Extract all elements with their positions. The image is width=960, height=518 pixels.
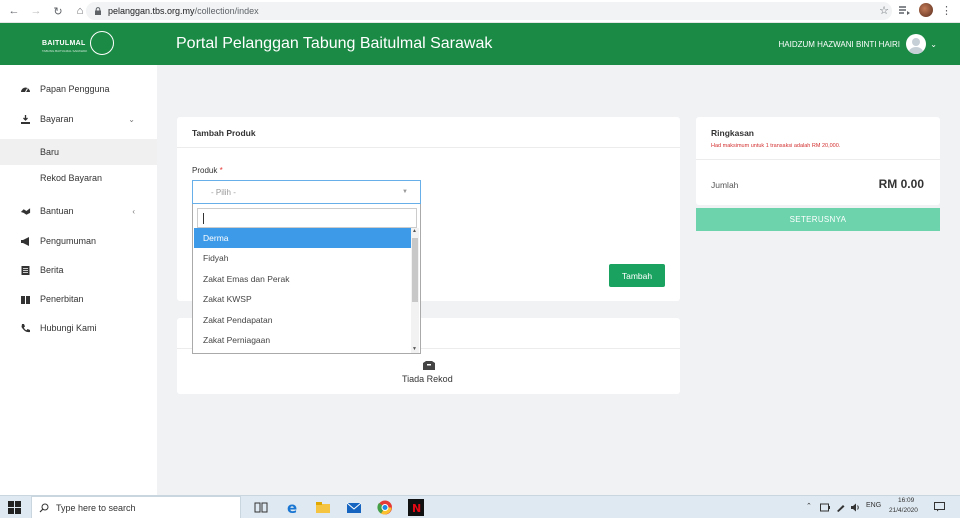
app-header: BAITULMAL TABUNG BAITULMAL SARAWAK Porta… bbox=[0, 23, 960, 65]
sidebar-item-label: Rekod Bayaran bbox=[40, 173, 103, 183]
option-derma[interactable]: Derma bbox=[194, 228, 412, 248]
sidebar-item-pengumuman[interactable]: Pengumuman bbox=[0, 228, 157, 254]
sidebar-item-label: Penerbitan bbox=[40, 294, 84, 304]
sidebar-item-berita[interactable]: Berita bbox=[0, 257, 157, 283]
language-indicator[interactable]: ENG bbox=[866, 502, 881, 509]
dropdown-search-input[interactable] bbox=[197, 208, 417, 228]
dropdown-scrollbar[interactable]: ▲ ▼ bbox=[411, 228, 419, 353]
phone-icon bbox=[20, 323, 31, 334]
mail-icon[interactable] bbox=[345, 499, 363, 516]
logo-subtext: TABUNG BAITULMAL SARAWAK bbox=[42, 49, 88, 53]
seterusnya-button[interactable]: SETERUSNYA bbox=[696, 208, 940, 231]
file-explorer-icon[interactable] bbox=[314, 499, 332, 516]
sidebar-item-label: Papan Pengguna bbox=[40, 84, 110, 94]
summary-title: Ringkasan bbox=[711, 128, 754, 138]
clock-time[interactable]: 16:09 bbox=[898, 497, 914, 504]
volume-icon[interactable] bbox=[851, 503, 861, 512]
chevron-left-icon: ‹ bbox=[132, 206, 135, 216]
scroll-down-icon[interactable]: ▼ bbox=[412, 346, 417, 352]
windows-start-icon[interactable] bbox=[8, 501, 21, 514]
total-label: Jumlah bbox=[711, 180, 739, 190]
help-icon bbox=[20, 206, 31, 217]
user-avatar[interactable] bbox=[906, 34, 926, 54]
dashboard-icon bbox=[20, 84, 31, 95]
empty-records-text: Tiada Rekod bbox=[402, 374, 453, 384]
option-zakat-emas-dan-perak[interactable]: Zakat Emas dan Perak bbox=[194, 269, 412, 289]
sidebar-item-label: Pengumuman bbox=[40, 236, 97, 246]
browser-toolbar: ← → ↻ ⌂ pelanggan.tbs.org.my/collection/… bbox=[0, 0, 960, 23]
reload-icon[interactable]: ↻ bbox=[50, 3, 66, 19]
chevron-up-icon[interactable]: ⌃ bbox=[806, 502, 812, 510]
windows-taskbar: Type here to search e N ⌃ ENG 16:09 21/4… bbox=[0, 495, 960, 518]
sidebar-item-label: Hubungi Kami bbox=[40, 323, 97, 333]
media-queue-icon[interactable] bbox=[897, 3, 911, 17]
sidebar-item-bantuan[interactable]: Bantuan ‹ bbox=[0, 198, 157, 224]
produk-dropdown: Derma Fidyah Zakat Emas dan Perak Zakat … bbox=[192, 204, 421, 354]
sidebar-item-label: Bantuan bbox=[40, 206, 74, 216]
chrome-icon[interactable] bbox=[376, 499, 394, 516]
summary-divider bbox=[696, 159, 940, 160]
sidebar-item-bayaran[interactable]: Bayaran ⌄ bbox=[0, 106, 157, 132]
sidebar-item-label: Berita bbox=[40, 265, 64, 275]
sidebar-item-hubungi-kami[interactable]: Hubungi Kami bbox=[0, 315, 157, 341]
sidebar-item-rekod-bayaran[interactable]: Rekod Bayaran bbox=[0, 165, 157, 191]
sidebar-item-label: Bayaran bbox=[40, 114, 74, 124]
payment-icon bbox=[20, 114, 31, 125]
tambah-button[interactable]: Tambah bbox=[609, 264, 665, 287]
total-amount: RM 0.00 bbox=[878, 177, 924, 191]
star-icon[interactable]: ☆ bbox=[879, 4, 889, 17]
option-fidyah[interactable]: Fidyah bbox=[194, 248, 412, 268]
search-placeholder: Type here to search bbox=[56, 503, 136, 513]
logo-text: BAITULMAL bbox=[42, 40, 86, 47]
book-icon bbox=[20, 294, 31, 305]
select-placeholder: - Pilih - bbox=[211, 188, 236, 197]
chevron-down-icon: ⌄ bbox=[128, 114, 135, 124]
produk-select[interactable]: - Pilih - ▼ bbox=[192, 180, 421, 204]
summary-warning: Had maksimum untuk 1 transaksi adalah RM… bbox=[711, 143, 841, 149]
sidebar-item-label: Baru bbox=[40, 147, 60, 157]
pen-icon[interactable] bbox=[836, 503, 846, 512]
megaphone-icon bbox=[20, 236, 31, 247]
scrollbar-thumb[interactable] bbox=[412, 238, 418, 302]
sidebar-item-baru[interactable]: Baru bbox=[0, 139, 157, 165]
sidebar-item-papan-pengguna[interactable]: Papan Pengguna bbox=[0, 76, 157, 102]
lock-icon bbox=[95, 7, 101, 15]
edge-icon[interactable]: e bbox=[284, 499, 302, 516]
baitulmal-logo[interactable]: BAITULMAL TABUNG BAITULMAL SARAWAK bbox=[38, 30, 118, 58]
panel-divider bbox=[177, 147, 680, 148]
logo-emblem bbox=[90, 31, 114, 55]
user-name[interactable]: HAIDZUM HAZWANI BINTI HAIRI bbox=[779, 40, 900, 49]
netflix-icon[interactable]: N bbox=[407, 499, 425, 516]
kebab-icon[interactable]: ⋮ bbox=[941, 4, 952, 17]
svg-text:e: e bbox=[287, 499, 297, 516]
forward-icon[interactable]: → bbox=[28, 3, 44, 19]
app-title: Portal Pelanggan Tabung Baitulmal Sarawa… bbox=[176, 35, 493, 52]
profile-avatar[interactable] bbox=[919, 3, 933, 17]
option-zakat-pendapatan[interactable]: Zakat Pendapatan bbox=[194, 310, 412, 330]
notifications-icon[interactable] bbox=[934, 502, 945, 512]
back-icon[interactable]: ← bbox=[6, 3, 22, 19]
caret-down-icon: ▼ bbox=[402, 189, 408, 195]
browser-actions: ☆ ⋮ bbox=[879, 3, 952, 17]
battery-icon[interactable] bbox=[820, 503, 830, 512]
svg-text:N: N bbox=[412, 502, 421, 515]
option-zakat-kwsp[interactable]: Zakat KWSP bbox=[194, 289, 412, 309]
panel-title: Tambah Produk bbox=[192, 128, 256, 138]
clock-date[interactable]: 21/4/2020 bbox=[889, 507, 918, 514]
empty-box-icon bbox=[423, 361, 435, 370]
sidebar: Papan Pengguna Bayaran ⌄ Baru Rekod Baya… bbox=[0, 65, 157, 495]
task-view-icon[interactable] bbox=[252, 499, 270, 516]
option-zakat-perniagaan[interactable]: Zakat Perniagaan bbox=[194, 330, 412, 350]
search-icon bbox=[39, 503, 49, 513]
chevron-down-icon[interactable]: ⌄ bbox=[930, 40, 937, 49]
taskbar-search[interactable]: Type here to search bbox=[31, 496, 241, 518]
produk-label: Produk * bbox=[192, 166, 223, 175]
url-text: pelanggan.tbs.org.my/collection/index bbox=[108, 6, 259, 16]
sidebar-item-penerbitan[interactable]: Penerbitan bbox=[0, 286, 157, 312]
address-bar[interactable]: pelanggan.tbs.org.my/collection/index bbox=[86, 2, 892, 20]
scroll-up-icon[interactable]: ▲ bbox=[412, 228, 417, 234]
news-icon bbox=[20, 265, 31, 276]
